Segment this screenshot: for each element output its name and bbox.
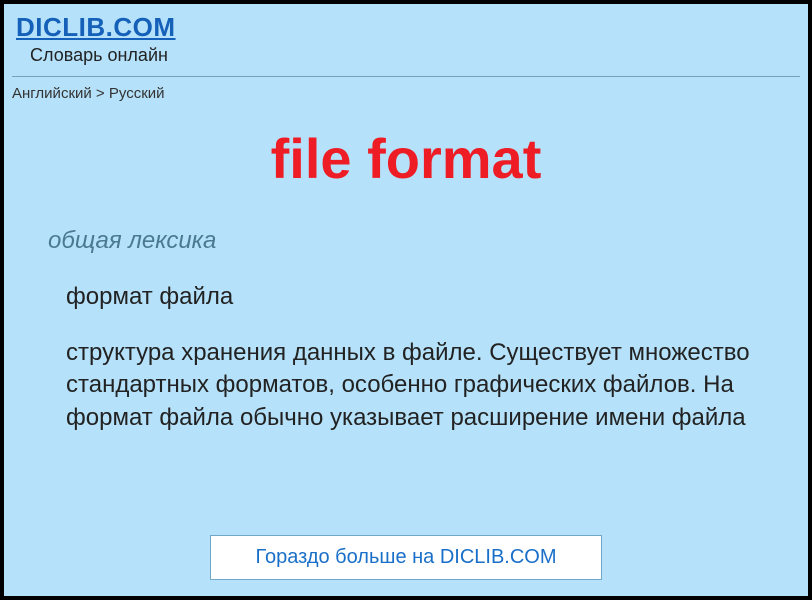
entry-title: file format — [4, 126, 808, 191]
header: DICLIB.COM Словарь онлайн — [4, 4, 808, 70]
site-subtitle: Словарь онлайн — [30, 45, 796, 66]
site-title[interactable]: DICLIB.COM — [16, 12, 796, 43]
entry-body: общая лексика формат файла структура хра… — [4, 227, 808, 434]
more-button-wrap: Гораздо больше на DICLIB.COM — [4, 535, 808, 580]
long-definition: структура хранения данных в файле. Сущес… — [66, 337, 764, 434]
category-label: общая лексика — [48, 227, 764, 255]
more-button[interactable]: Гораздо больше на DICLIB.COM — [210, 535, 601, 580]
breadcrumb[interactable]: Английский > Русский — [4, 77, 808, 102]
short-definition: формат файла — [66, 283, 764, 311]
